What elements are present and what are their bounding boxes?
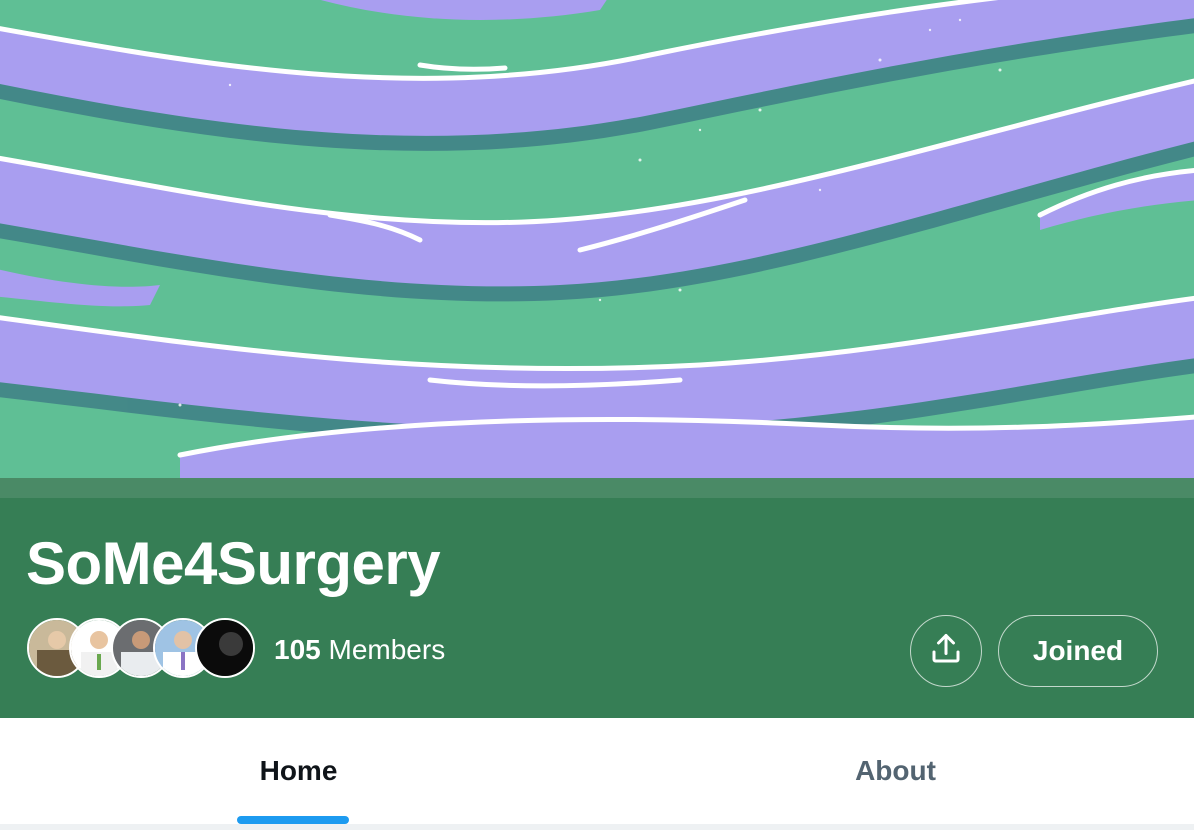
tab-about[interactable]: About xyxy=(597,718,1194,824)
active-tab-indicator xyxy=(237,816,349,824)
bottom-divider xyxy=(0,824,1194,830)
community-title: SoMe4Surgery xyxy=(26,530,441,597)
tab-home[interactable]: Home xyxy=(0,718,597,824)
share-upload-icon xyxy=(928,631,964,672)
member-avatar-5[interactable] xyxy=(195,618,255,678)
joined-button[interactable]: Joined xyxy=(998,615,1158,687)
community-tabs: Home About xyxy=(0,718,1194,825)
banner-bottom-strip xyxy=(0,478,1194,498)
tab-home-label: Home xyxy=(259,755,338,786)
community-banner-image xyxy=(0,0,1194,478)
tab-about-label: About xyxy=(855,755,936,786)
community-page: SoMe4Surgery 105 Members Joined Home Abo… xyxy=(0,0,1194,830)
member-count[interactable]: 105 Members xyxy=(274,634,445,666)
share-button[interactable] xyxy=(910,615,982,687)
community-header: SoMe4Surgery 105 Members Joined xyxy=(0,498,1194,718)
member-avatars[interactable] xyxy=(27,618,257,680)
member-count-number: 105 xyxy=(274,634,321,665)
member-count-label: Members xyxy=(328,634,446,665)
